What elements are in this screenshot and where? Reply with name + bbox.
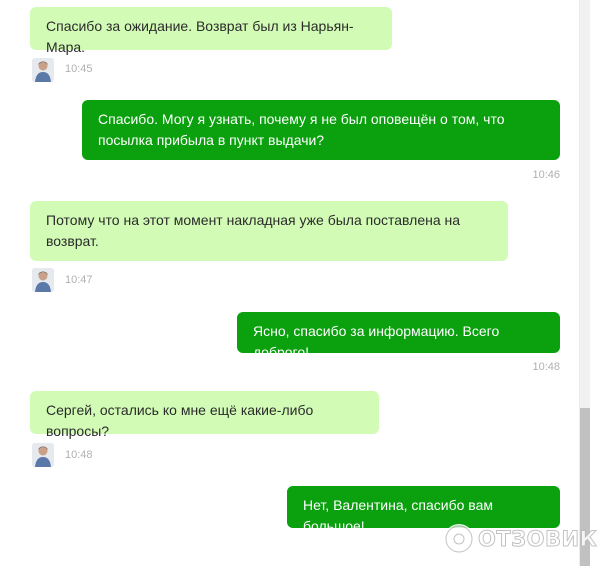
watermark-text: ОТЗОВИК: [477, 527, 598, 552]
watermark-logo-icon: [444, 524, 474, 554]
incoming-message: Сергей, остались ко мне ещё какие-либо в…: [30, 391, 379, 439]
incoming-message: Потому что на этот момент накладная уже …: [30, 201, 508, 261]
message-text: Сергей, остались ко мне ещё какие-либо в…: [46, 402, 314, 439]
message-time: 10:45: [65, 63, 93, 75]
outgoing-message: Спасибо. Могу я узнать, почему я не был …: [82, 100, 560, 160]
watermark: ОТЗОВИК: [444, 522, 597, 556]
outgoing-message: Ясно, спасибо за информацию. Всего добро…: [237, 312, 560, 360]
message-text: Потому что на этот момент накладная уже …: [46, 212, 461, 249]
message-text: Спасибо за ожидание. Возврат был из Нарь…: [46, 18, 354, 55]
chat-log: Спасибо за ожидание. Возврат был из Нарь…: [0, 0, 580, 566]
avatar: [32, 268, 54, 292]
incoming-message: Спасибо за ожидание. Возврат был из Нарь…: [30, 7, 392, 55]
message-time: 10:47: [65, 274, 93, 286]
avatar: [32, 443, 54, 467]
message-time: 10:46: [532, 169, 560, 181]
message-text: Ясно, спасибо за информацию. Всего добро…: [253, 323, 500, 360]
avatar: [32, 58, 54, 82]
message-time: 10:48: [65, 449, 93, 461]
scrollbar[interactable]: [580, 0, 590, 566]
message-text: Спасибо. Могу я узнать, почему я не был …: [98, 111, 505, 148]
message-time: 10:48: [532, 361, 560, 373]
